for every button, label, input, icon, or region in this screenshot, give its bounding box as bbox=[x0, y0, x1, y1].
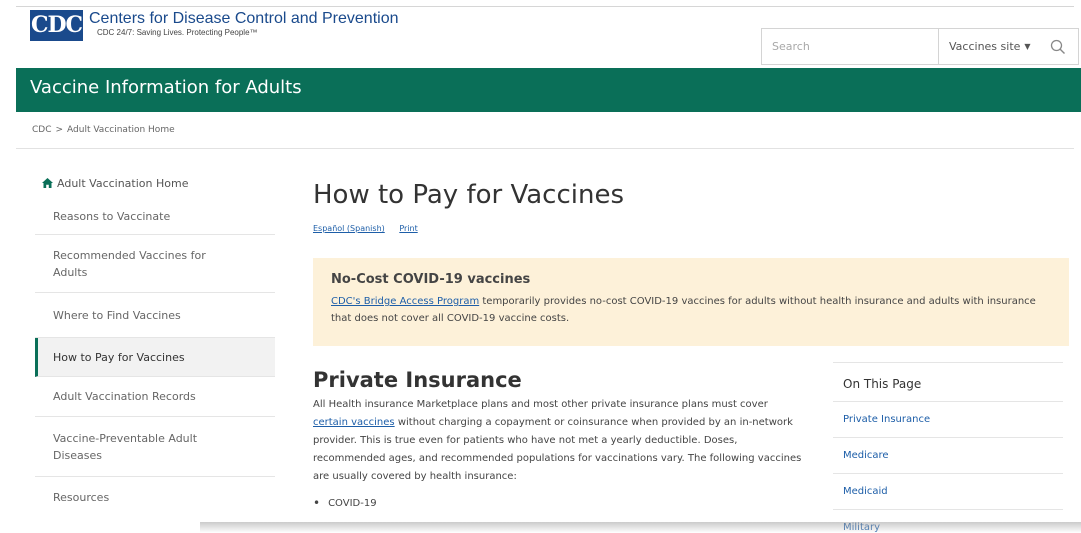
on-this-page-title: On This Page bbox=[843, 377, 922, 391]
sidebar-item-recommended-vaccines[interactable]: Recommended Vaccines for Adults bbox=[35, 235, 275, 293]
cdc-logo[interactable]: CDC Centers for Disease Control and Prev… bbox=[30, 10, 399, 41]
on-this-page-nav: On This Page Private Insurance Medicare … bbox=[833, 362, 1063, 533]
search-box: Vaccines site ▼ bbox=[761, 28, 1079, 65]
covid-callout: No-Cost COVID-19 vaccines CDC's Bridge A… bbox=[313, 258, 1069, 346]
list-item-label: COVID-19 bbox=[328, 497, 377, 509]
body-text: All Health insurance Marketplace plans a… bbox=[313, 399, 768, 410]
caret-down-icon: ▼ bbox=[1024, 42, 1031, 51]
search-button[interactable] bbox=[1038, 29, 1078, 64]
site-scope-select[interactable]: Vaccines site ▼ bbox=[938, 29, 1038, 64]
breadcrumb-separator: > bbox=[55, 125, 64, 135]
sidebar-item-records[interactable]: Adult Vaccination Records bbox=[35, 377, 275, 417]
sidebar-item-label: Resources bbox=[53, 490, 110, 504]
sidebar-item-label: Vaccine-Preventable Adult Diseases bbox=[53, 431, 198, 462]
sidebar-item-label: Adult Vaccination Records bbox=[53, 390, 196, 403]
print-link[interactable]: Print bbox=[399, 224, 417, 233]
site-banner: Vaccine Information for Adults bbox=[16, 68, 1081, 112]
window-top-border bbox=[16, 0, 1074, 7]
main-content: How to Pay for Vaccines Español (Spanish… bbox=[313, 180, 1073, 533]
callout-body: CDC's Bridge Access Program temporarily … bbox=[331, 293, 1051, 327]
sidebar-nav: Adult Vaccination Home Reasons to Vaccin… bbox=[35, 168, 275, 517]
logo-title: Centers for Disease Control and Preventi… bbox=[89, 10, 399, 27]
site-header: CDC Centers for Disease Control and Prev… bbox=[30, 10, 1080, 68]
sidebar-item-how-to-pay[interactable]: How to Pay for Vaccines bbox=[35, 338, 275, 377]
sidebar-item-label: Reasons to Vaccinate bbox=[53, 209, 171, 223]
banner-title[interactable]: Vaccine Information for Adults bbox=[30, 77, 302, 98]
divider bbox=[16, 148, 1074, 149]
otp-link-medicaid[interactable]: Medicaid bbox=[833, 473, 1063, 509]
sidebar-home-link[interactable]: Adult Vaccination Home bbox=[35, 168, 275, 198]
callout-title: No-Cost COVID-19 vaccines bbox=[331, 272, 531, 287]
breadcrumb-adult-vaccination-home[interactable]: Adult Vaccination Home bbox=[67, 125, 175, 135]
sidebar-item-label: How to Pay for Vaccines bbox=[53, 350, 185, 364]
logo-tagline: CDC 24/7: Saving Lives. Protecting Peopl… bbox=[97, 28, 258, 37]
sidebar-item-label: Recommended Vaccines for Adults bbox=[53, 248, 206, 279]
sidebar-item-resources[interactable]: Resources bbox=[35, 477, 275, 517]
sidebar-item-reasons[interactable]: Reasons to Vaccinate bbox=[35, 198, 275, 235]
search-icon bbox=[1050, 39, 1065, 54]
list-item: COVID-19 bbox=[313, 496, 803, 510]
page-tools: Español (Spanish) Print bbox=[313, 224, 1073, 233]
section-heading: Private Insurance bbox=[313, 368, 522, 392]
search-input[interactable] bbox=[762, 29, 938, 64]
breadcrumb-cdc[interactable]: CDC bbox=[32, 125, 52, 135]
otp-link-medicare[interactable]: Medicare bbox=[833, 437, 1063, 473]
overlapping-window-edge bbox=[200, 522, 1081, 533]
spanish-link[interactable]: Español (Spanish) bbox=[313, 224, 385, 233]
cdc-logo-text: Centers for Disease Control and Preventi… bbox=[89, 10, 399, 38]
page-title: How to Pay for Vaccines bbox=[313, 180, 624, 210]
sidebar-item-diseases[interactable]: Vaccine-Preventable Adult Diseases bbox=[35, 417, 275, 477]
site-scope-label: Vaccines site bbox=[949, 40, 1021, 53]
otp-link-private-insurance[interactable]: Private Insurance bbox=[833, 401, 1063, 437]
certain-vaccines-link[interactable]: certain vaccines bbox=[313, 417, 395, 428]
sidebar-item-where-to-find[interactable]: Where to Find Vaccines bbox=[35, 293, 275, 338]
cdc-logo-mark: CDC bbox=[30, 10, 83, 41]
sidebar-item-label: Where to Find Vaccines bbox=[53, 308, 181, 322]
private-insurance-section: Private Insurance All Health insurance M… bbox=[313, 368, 803, 510]
home-icon bbox=[42, 178, 53, 188]
sidebar-home-label: Adult Vaccination Home bbox=[57, 176, 189, 190]
bridge-access-link[interactable]: CDC's Bridge Access Program bbox=[331, 296, 479, 307]
section-body: All Health insurance Marketplace plans a… bbox=[313, 396, 803, 486]
breadcrumb: CDC > Adult Vaccination Home bbox=[32, 125, 175, 135]
